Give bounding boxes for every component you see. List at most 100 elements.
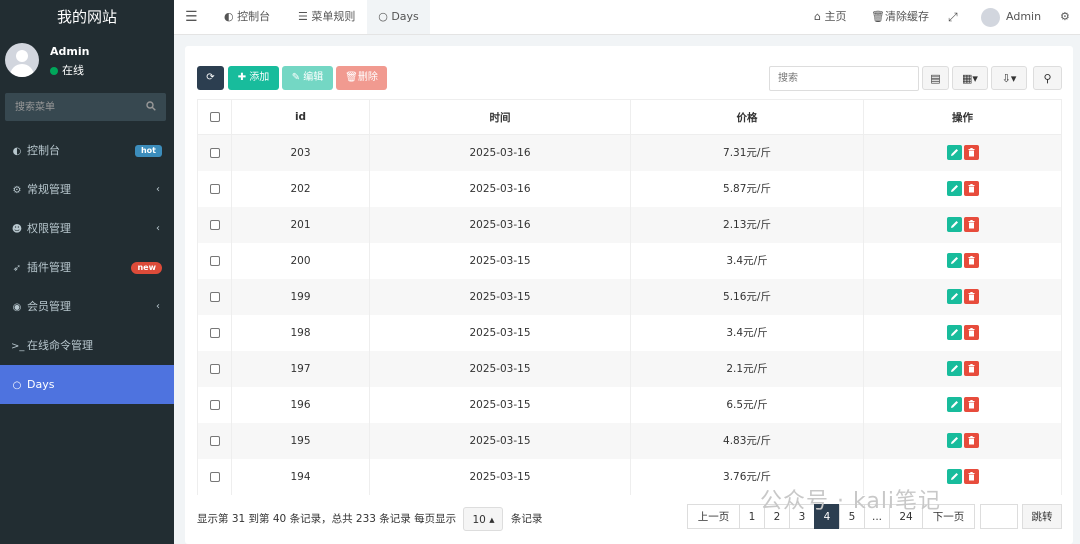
column-header-price[interactable]: 价格	[630, 99, 864, 135]
table-search-input[interactable]	[769, 66, 919, 91]
prev-page-button[interactable]: 上一页	[687, 504, 740, 529]
row-edit-button[interactable]	[946, 397, 962, 412]
row-select-cell	[197, 350, 232, 387]
export-button[interactable]: ⇩▾	[991, 66, 1027, 90]
row-delete-button[interactable]	[963, 217, 979, 232]
row-edit-button[interactable]	[946, 253, 962, 268]
delete-button[interactable]: 🗑删除	[336, 66, 387, 90]
row-edit-button[interactable]	[946, 289, 962, 304]
sidebar-item-dashboard[interactable]: ◐ 控制台 hot	[0, 131, 174, 170]
avatar	[981, 7, 1000, 27]
fullscreen-icon[interactable]: ⤢	[948, 0, 958, 34]
table-row[interactable]: 198 2025-03-15 3.4元/斤	[197, 314, 1062, 351]
row-checkbox[interactable]	[209, 147, 220, 158]
trash-icon	[968, 328, 974, 337]
row-checkbox[interactable]	[209, 255, 220, 266]
tab-dashboard[interactable]: ◐ 控制台	[220, 0, 274, 34]
sidebar-item-command[interactable]: >_ 在线命令管理	[0, 326, 174, 365]
row-edit-button[interactable]	[946, 325, 962, 340]
trash-icon	[968, 292, 974, 301]
jump-page-input[interactable]	[980, 504, 1018, 529]
sidebar: 我的网站 Admin 在线 ◐ 控制台 hot ⚙ 常规管理 ‹ ☻ 权限管理 ‹ ➶…	[0, 0, 174, 544]
row-delete-button[interactable]	[963, 145, 979, 161]
row-delete-button[interactable]	[963, 181, 979, 196]
row-edit-button[interactable]	[946, 433, 962, 448]
refresh-button[interactable]: ⟳	[197, 66, 224, 90]
row-checkbox[interactable]	[209, 471, 220, 482]
row-select-cell	[197, 278, 232, 315]
add-button[interactable]: ✚ 添加	[228, 66, 279, 90]
cell-operate	[863, 422, 1062, 459]
sidebar-toggle-icon[interactable]: ☰	[185, 0, 198, 34]
table-row[interactable]: 203 2025-03-16 7.31元/斤	[197, 134, 1062, 171]
row-delete-button[interactable]	[963, 289, 979, 304]
column-header-time[interactable]: 时间	[369, 99, 631, 135]
edit-button[interactable]: ✎ 编辑	[282, 66, 333, 90]
row-delete-button[interactable]	[963, 253, 979, 268]
table-row[interactable]: 200 2025-03-15 3.4元/斤	[197, 242, 1062, 279]
row-delete-button[interactable]	[963, 469, 979, 484]
trash-icon	[968, 184, 974, 193]
search-icon[interactable]	[146, 101, 156, 111]
site-brand[interactable]: 我的网站	[0, 0, 174, 35]
sidebar-item-addons[interactable]: ➶ 插件管理 new	[0, 248, 174, 287]
row-checkbox[interactable]	[209, 219, 220, 230]
sidebar-item-label: 控制台	[27, 144, 60, 157]
sidebar-item-auth[interactable]: ☻ 权限管理 ‹	[0, 209, 174, 248]
row-checkbox[interactable]	[209, 183, 220, 194]
row-delete-button[interactable]	[963, 397, 979, 412]
table-row[interactable]: 201 2025-03-16 2.13元/斤	[197, 206, 1062, 243]
tab-menu-rules[interactable]: ☰ 菜单规则	[294, 0, 359, 34]
row-checkbox[interactable]	[209, 435, 220, 446]
row-edit-button[interactable]	[946, 469, 962, 484]
advanced-search-button[interactable]: ⚲	[1033, 66, 1062, 90]
row-checkbox[interactable]	[209, 327, 220, 338]
cell-price: 4.83元/斤	[630, 422, 864, 459]
row-delete-button[interactable]	[963, 325, 979, 340]
page-size-select[interactable]: 10 ▴	[463, 507, 504, 531]
sidebar-item-general[interactable]: ⚙ 常规管理 ‹	[0, 170, 174, 209]
clear-cache-button[interactable]: 🗑清除缓存	[871, 0, 929, 34]
clear-cache-label: 清除缓存	[884, 10, 929, 23]
table-row[interactable]: 196 2025-03-15 6.5元/斤	[197, 386, 1062, 423]
table-row[interactable]: 195 2025-03-15 4.83元/斤	[197, 422, 1062, 459]
table-row[interactable]: 197 2025-03-15 2.1元/斤	[197, 350, 1062, 387]
row-delete-button[interactable]	[963, 361, 979, 376]
cell-id: 200	[231, 242, 370, 279]
row-edit-button[interactable]	[946, 145, 962, 161]
home-link[interactable]: ⌂ 主页	[814, 0, 846, 34]
row-edit-button[interactable]	[946, 181, 962, 196]
settings-icon[interactable]: ⚙	[1060, 0, 1070, 34]
new-badge: new	[131, 262, 162, 274]
sidebar-item-members[interactable]: ◉ 会员管理 ‹	[0, 287, 174, 326]
row-checkbox[interactable]	[209, 399, 220, 410]
table-row[interactable]: 202 2025-03-16 5.87元/斤	[197, 170, 1062, 207]
columns-button[interactable]: ▦▾	[952, 66, 988, 90]
table-row[interactable]: 199 2025-03-15 5.16元/斤	[197, 278, 1062, 315]
select-all-checkbox[interactable]	[209, 112, 220, 122]
chevron-left-icon: ‹	[156, 223, 160, 234]
grid-icon: ▦▾	[962, 72, 978, 85]
table-body: 203 2025-03-16 7.31元/斤 202 2025-03-16 5.87元/斤…	[197, 134, 1062, 495]
top-navbar: ☰ ◐ 控制台 ☰ 菜单规则 ○ Days ⌂ 主页 🗑清除缓存 ⤢ Admin…	[174, 0, 1080, 35]
tab-days[interactable]: ○ Days	[367, 0, 430, 34]
users-icon: ☻	[11, 224, 23, 235]
cell-id: 201	[231, 206, 370, 243]
row-edit-button[interactable]	[946, 361, 962, 376]
pagination-info: 显示第 31 到第 40 条记录，总共 233 条记录 每页显示 10 ▴ 条记…	[197, 507, 542, 531]
user-menu[interactable]: Admin	[981, 0, 1041, 34]
toggle-view-button[interactable]: ▤	[922, 66, 949, 90]
row-checkbox[interactable]	[209, 363, 220, 374]
sidebar-item-days[interactable]: ○ Days	[0, 365, 174, 404]
chevron-left-icon: ‹	[156, 184, 160, 195]
tab-label: Days	[391, 10, 419, 23]
row-delete-button[interactable]	[963, 433, 979, 448]
list-icon: ☰	[298, 10, 312, 23]
plus-icon: ✚	[237, 72, 250, 83]
menu-search-input[interactable]	[5, 93, 135, 121]
jump-button[interactable]: 跳转	[1022, 504, 1062, 529]
row-edit-button[interactable]	[946, 217, 962, 232]
sidebar-item-label: 会员管理	[27, 300, 71, 313]
row-checkbox[interactable]	[209, 291, 220, 302]
column-header-id[interactable]: id	[231, 99, 370, 135]
